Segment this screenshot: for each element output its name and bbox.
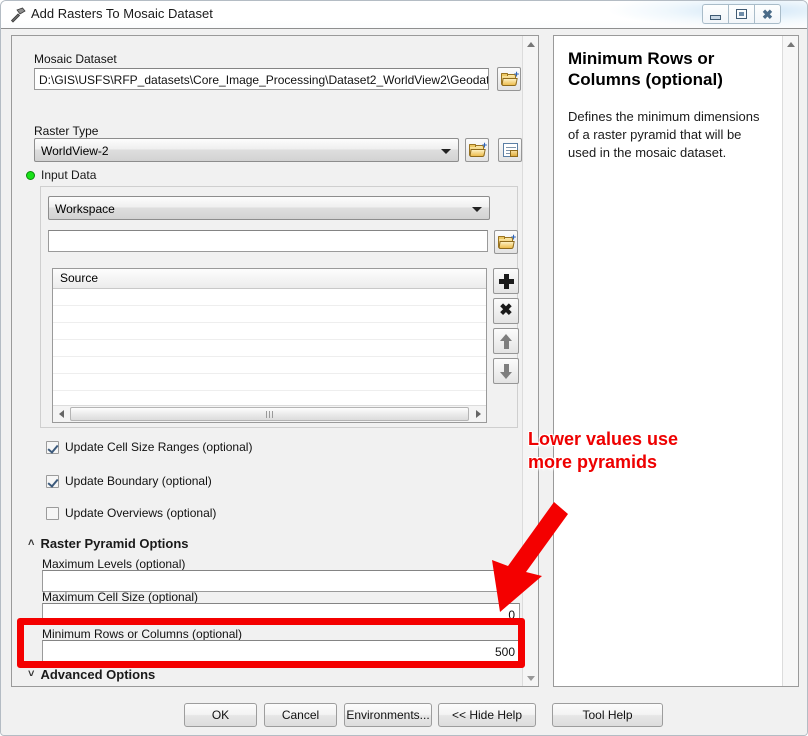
chevron-down-icon xyxy=(441,149,451,154)
maximum-cell-size-label: Maximum Cell Size (optional) xyxy=(42,590,199,604)
scroll-down-button[interactable] xyxy=(523,670,538,686)
x-icon: ✖ xyxy=(499,302,513,319)
advanced-options-header[interactable]: ˅ Advanced Options xyxy=(28,665,155,683)
raster-type-combo[interactable]: WorldView-2 xyxy=(34,138,459,162)
mosaic-dataset-input[interactable]: D:\GIS\USFS\RFP_datasets\Core_Image_Proc… xyxy=(34,68,489,90)
chevron-down-icon xyxy=(472,207,482,212)
update-boundary-checkbox-row[interactable]: Update Boundary (optional) xyxy=(46,473,212,489)
scroll-left-button[interactable] xyxy=(53,407,69,422)
maximize-icon xyxy=(736,9,747,19)
maximum-levels-label: Maximum Levels (optional) xyxy=(42,557,186,571)
input-path-field[interactable] xyxy=(48,230,488,252)
window-title: Add Rasters To Mosaic Dataset xyxy=(31,6,213,21)
table-row[interactable] xyxy=(53,340,486,357)
cancel-button[interactable]: Cancel xyxy=(264,703,337,727)
mosaic-dataset-browse-button[interactable]: + xyxy=(497,67,521,91)
input-path-browse-button[interactable]: + xyxy=(494,230,518,254)
input-mode-combo[interactable]: Workspace xyxy=(48,196,490,220)
add-row-button[interactable] xyxy=(493,268,519,294)
arrow-up-icon xyxy=(499,333,513,349)
table-row[interactable] xyxy=(53,306,486,323)
chevron-up-icon xyxy=(526,41,535,47)
chevron-up-icon xyxy=(786,41,795,47)
source-table-horizontal-scrollbar[interactable] xyxy=(53,405,486,422)
move-down-button[interactable] xyxy=(493,358,519,384)
raster-type-browse-button[interactable]: + xyxy=(465,138,489,162)
maximum-levels-input[interactable] xyxy=(42,570,520,592)
raster-type-properties-icon xyxy=(502,143,518,157)
open-folder-icon: + xyxy=(501,69,519,86)
tool-dialog-window: Add Rasters To Mosaic Dataset ✖ Mosaic D… xyxy=(0,0,808,736)
close-button[interactable]: ✖ xyxy=(754,4,781,24)
tool-help-button[interactable]: Tool Help xyxy=(552,703,663,727)
checkbox-checked-icon[interactable] xyxy=(46,474,59,488)
update-overviews-label: Update Overviews (optional) xyxy=(65,506,217,520)
scroll-right-button[interactable] xyxy=(470,407,486,422)
checkbox-unchecked-icon[interactable] xyxy=(46,506,59,520)
annotation-text: Lower values use more pyramids xyxy=(528,428,738,474)
update-cell-size-ranges-checkbox-row[interactable]: Update Cell Size Ranges (optional) xyxy=(46,439,252,455)
raster-type-properties-button[interactable] xyxy=(498,138,522,162)
chevron-right-icon xyxy=(475,410,481,418)
maximize-button[interactable] xyxy=(728,4,754,24)
raster-type-label: Raster Type xyxy=(34,124,99,138)
annotation-text-line1: Lower values use xyxy=(528,429,679,449)
update-boundary-label: Update Boundary (optional) xyxy=(65,474,212,488)
table-row[interactable] xyxy=(53,374,486,391)
raster-pyramid-options-label: Raster Pyramid Options xyxy=(40,535,189,551)
help-title: Minimum Rows or Columns (optional) xyxy=(568,49,723,89)
hammer-tool-icon xyxy=(10,7,26,23)
update-overviews-checkbox-row[interactable]: Update Overviews (optional) xyxy=(46,505,216,521)
table-row[interactable] xyxy=(53,323,486,340)
raster-type-value: WorldView-2 xyxy=(41,144,109,158)
chevron-down-icon xyxy=(526,675,535,681)
close-icon: ✖ xyxy=(762,6,773,22)
annotation-text-line2: more pyramids xyxy=(528,452,658,472)
minimum-rows-or-columns-label: Minimum Rows or Columns (optional) xyxy=(42,627,243,641)
advanced-options-label: Advanced Options xyxy=(40,666,156,682)
minimize-button[interactable] xyxy=(702,4,728,24)
update-cell-size-ranges-label: Update Cell Size Ranges (optional) xyxy=(65,440,253,454)
source-column-header: Source xyxy=(53,269,486,289)
input-mode-value: Workspace xyxy=(55,202,115,216)
minimum-rows-or-columns-input[interactable]: 500 xyxy=(42,640,520,662)
input-data-header: Input Data xyxy=(26,166,96,184)
environments-button[interactable]: Environments... xyxy=(344,703,432,727)
checkbox-checked-icon[interactable] xyxy=(46,440,59,454)
required-green-dot-icon xyxy=(26,170,35,180)
chevron-left-icon xyxy=(58,410,64,418)
chevron-down-icon: ˅ xyxy=(28,667,35,680)
ok-button[interactable]: OK xyxy=(184,703,257,727)
minimize-icon xyxy=(710,14,721,20)
annotation-arrow-icon xyxy=(492,502,568,612)
arrow-down-icon xyxy=(499,363,513,379)
remove-row-button[interactable]: ✖ xyxy=(493,298,519,324)
move-up-button[interactable] xyxy=(493,328,519,354)
input-data-label: Input Data xyxy=(41,168,97,182)
chevron-up-icon: ˄ xyxy=(28,536,35,549)
dialog-body: Mosaic Dataset D:\GIS\USFS\RFP_datasets\… xyxy=(1,29,807,735)
scrollbar-thumb[interactable] xyxy=(70,407,469,421)
title-bar: Add Rasters To Mosaic Dataset ✖ xyxy=(1,1,807,29)
dialog-footer: OK Cancel Environments... << Hide Help T… xyxy=(1,697,807,735)
hide-help-button[interactable]: << Hide Help xyxy=(438,703,536,727)
scroll-up-button[interactable] xyxy=(523,36,538,52)
maximum-cell-size-input[interactable]: 0 xyxy=(42,603,520,625)
grip-icon xyxy=(266,410,273,418)
open-folder-icon: + xyxy=(469,140,487,157)
help-vertical-scrollbar[interactable] xyxy=(782,36,798,686)
table-row[interactable] xyxy=(53,289,486,306)
open-folder-icon: + xyxy=(498,232,516,249)
plus-icon xyxy=(498,273,514,289)
help-pane: Minimum Rows or Columns (optional) Defin… xyxy=(553,35,799,687)
raster-pyramid-options-header[interactable]: ˄ Raster Pyramid Options xyxy=(28,534,189,552)
table-row[interactable] xyxy=(53,357,486,374)
help-body-text: Defines the minimum dimensions of a rast… xyxy=(568,109,760,160)
scroll-up-button[interactable] xyxy=(783,36,798,52)
parameters-scroll-area: Mosaic Dataset D:\GIS\USFS\RFP_datasets\… xyxy=(12,36,523,686)
mosaic-dataset-label: Mosaic Dataset xyxy=(34,52,117,66)
source-table[interactable]: Source xyxy=(52,268,487,423)
